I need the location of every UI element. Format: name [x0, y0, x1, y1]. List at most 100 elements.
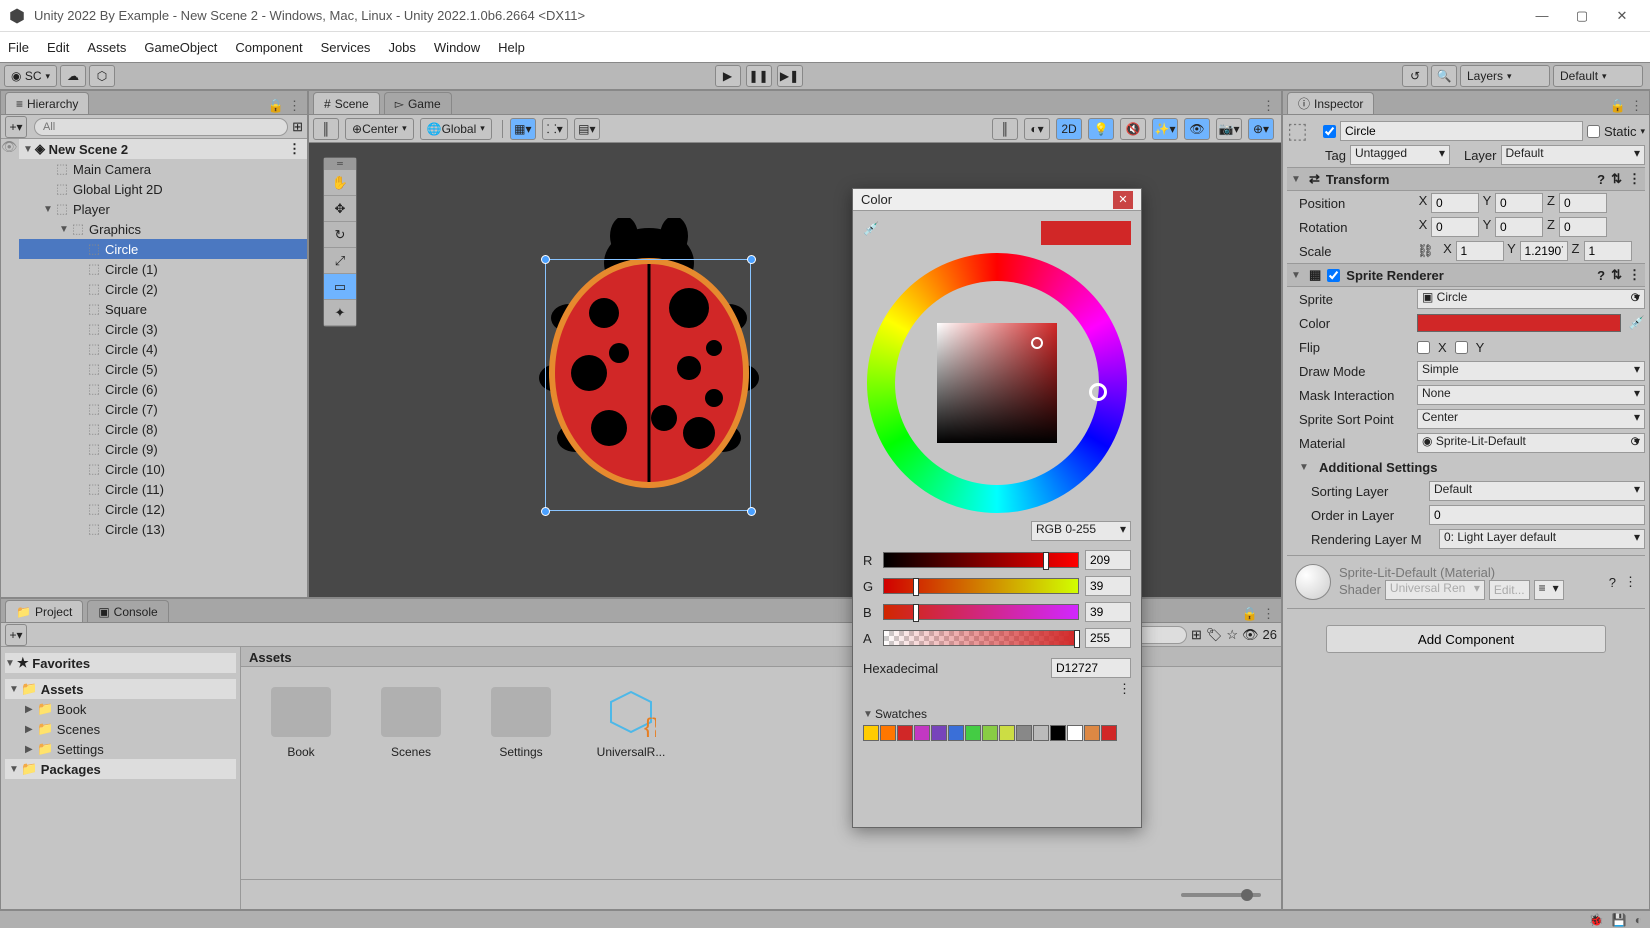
create-asset-dropdown[interactable]: +▾	[5, 624, 27, 646]
hierarchy-item[interactable]: ⬚Circle (6)	[19, 379, 307, 399]
g-value-input[interactable]	[1085, 576, 1131, 596]
hierarchy-search-input[interactable]	[34, 118, 288, 136]
sprite-renderer-header[interactable]: ▼▦ Sprite Renderer ? ⇅ ⋮	[1287, 263, 1645, 287]
eyedropper-icon[interactable]: 💉	[863, 221, 879, 237]
component-menu-icon[interactable]: ⋮	[1628, 171, 1641, 187]
b-value-input[interactable]	[1085, 602, 1131, 622]
position-x-input[interactable]	[1431, 193, 1479, 213]
a-value-input[interactable]	[1085, 628, 1131, 648]
hierarchy-item[interactable]: ⬚Square	[19, 299, 307, 319]
game-tab[interactable]: ▻Game	[384, 92, 452, 114]
hierarchy-item[interactable]: ⬚Circle (10)	[19, 459, 307, 479]
play-button[interactable]: ▶	[715, 65, 741, 87]
hierarchy-item[interactable]: ▼⬚Player	[19, 199, 307, 219]
package-button[interactable]: ⬡	[89, 65, 115, 87]
project-tree-item[interactable]: ▼📁 Assets	[5, 679, 236, 699]
camera-button[interactable]: 📷▾	[1216, 118, 1242, 140]
scale-y-input[interactable]	[1520, 241, 1568, 261]
preset-icon[interactable]: ⇅	[1611, 267, 1622, 283]
selection-handle[interactable]	[747, 255, 756, 264]
rendering-layer-mask-dropdown[interactable]: 0: Light Layer default	[1439, 529, 1645, 549]
selection-handle[interactable]	[747, 507, 756, 516]
scene-tab[interactable]: #Scene	[313, 92, 380, 114]
color-mode-dropdown[interactable]: RGB 0-255	[1031, 521, 1131, 541]
search-global-button[interactable]: 🔍	[1431, 65, 1457, 87]
tag-dropdown[interactable]: Untagged	[1350, 145, 1450, 165]
add-component-button[interactable]: Add Component	[1326, 625, 1606, 653]
sv-cursor[interactable]	[1031, 337, 1043, 349]
move-tool[interactable]: ✥	[324, 196, 356, 222]
swatch-item[interactable]	[1033, 725, 1049, 741]
material-preview-header[interactable]: Sprite-Lit-Default (Material) Shader Uni…	[1287, 555, 1645, 608]
autosave-icon[interactable]: 💾	[1612, 913, 1627, 927]
component-menu-icon[interactable]: ⋮	[1628, 267, 1641, 283]
layers-dropdown[interactable]: Layers	[1460, 65, 1550, 87]
favorite-icon[interactable]: ☆	[1226, 627, 1238, 643]
menu-gameobject[interactable]: GameObject	[144, 40, 217, 55]
gizmos-button[interactable]: ⊕▾	[1248, 118, 1274, 140]
hierarchy-item[interactable]: ⬚Circle (3)	[19, 319, 307, 339]
more-icon[interactable]: ⋮	[1630, 98, 1643, 114]
snap-increment-button[interactable]: ⸬▾	[542, 118, 568, 140]
swatch-item[interactable]	[1050, 725, 1066, 741]
visibility-toggle-icon[interactable]: 👁	[1, 139, 18, 154]
flip-x-checkbox[interactable]	[1417, 341, 1430, 354]
sprite-renderer-enabled-checkbox[interactable]	[1327, 269, 1340, 282]
create-dropdown[interactable]: +▾	[5, 116, 27, 138]
mask-interaction-dropdown[interactable]: None	[1417, 385, 1645, 405]
order-in-layer-input[interactable]	[1429, 505, 1645, 525]
layout-dropdown[interactable]: Default	[1553, 65, 1643, 87]
menu-file[interactable]: File	[8, 40, 29, 55]
gameobject-name-input[interactable]	[1340, 121, 1583, 141]
position-y-input[interactable]	[1495, 193, 1543, 213]
hierarchy-item[interactable]: ⬚Circle (7)	[19, 399, 307, 419]
asset-item[interactable]: Settings	[481, 687, 561, 859]
flip-y-checkbox[interactable]	[1455, 341, 1468, 354]
grid-visibility-button[interactable]: ▤▾	[574, 118, 600, 140]
hierarchy-item[interactable]: ⬚Circle (5)	[19, 359, 307, 379]
hierarchy-item[interactable]: ⬚Circle (4)	[19, 339, 307, 359]
hierarchy-item[interactable]: ⬚Main Camera	[19, 159, 307, 179]
more-icon[interactable]: ⋮	[288, 98, 301, 114]
preset-icon[interactable]: ⇅	[1611, 171, 1622, 187]
maximize-button[interactable]: ▢	[1562, 2, 1602, 30]
rotation-y-input[interactable]	[1495, 217, 1543, 237]
hierarchy-item[interactable]: ⬚Circle (12)	[19, 499, 307, 519]
position-z-input[interactable]	[1559, 193, 1607, 213]
more-icon[interactable]: ⋮	[1262, 98, 1275, 114]
search-by-type-icon[interactable]: ⊞	[1191, 627, 1202, 643]
swatch-item[interactable]	[999, 725, 1015, 741]
swatch-item[interactable]	[914, 725, 930, 741]
rotation-x-input[interactable]	[1431, 217, 1479, 237]
hierarchy-item[interactable]: ⬚Circle (8)	[19, 419, 307, 439]
audio-button[interactable]: 🔇	[1120, 118, 1146, 140]
swatch-item[interactable]	[948, 725, 964, 741]
inspector-tab[interactable]: ⓘInspector	[1287, 92, 1374, 114]
selection-handle[interactable]	[541, 507, 550, 516]
color-picker-close-button[interactable]: ✕	[1113, 191, 1133, 209]
swatch-item[interactable]	[931, 725, 947, 741]
shader-menu-dropdown[interactable]: ≡	[1534, 580, 1564, 600]
hierarchy-tab[interactable]: ≡Hierarchy	[5, 92, 89, 114]
hand-tool[interactable]: ✋	[324, 170, 356, 196]
object-picker-icon[interactable]: ⊙	[1630, 434, 1640, 448]
scene-root[interactable]: ▼◈ New Scene 2 ⋮	[19, 139, 307, 159]
lock-icon[interactable]: 🔒	[1610, 98, 1626, 114]
hidden-packages-icon[interactable]: 👁	[1242, 627, 1259, 643]
swatch-item[interactable]	[965, 725, 981, 741]
scene-visibility-button[interactable]: 👁	[1184, 118, 1210, 140]
toolbar-drag-icon[interactable]: ║	[313, 118, 339, 140]
scale-z-input[interactable]	[1584, 241, 1632, 261]
step-button[interactable]: ▶❚	[777, 65, 803, 87]
swatch-item[interactable]	[880, 725, 896, 741]
search-by-label-icon[interactable]: 🏷	[1206, 627, 1223, 643]
hue-cursor[interactable]	[1089, 383, 1107, 401]
shader-edit-button[interactable]: Edit...	[1489, 580, 1530, 600]
transform-tool[interactable]: ✦	[324, 300, 356, 326]
hierarchy-item[interactable]: ⬚Global Light 2D	[19, 179, 307, 199]
transform-component-header[interactable]: ▼⇄ Transform ? ⇅ ⋮	[1287, 167, 1645, 191]
fx-button[interactable]: ✨▾	[1152, 118, 1178, 140]
mode-2d-button[interactable]: 2D	[1056, 118, 1082, 140]
project-tree-item[interactable]: ▼📁 Packages	[5, 759, 236, 779]
selection-handle[interactable]	[541, 255, 550, 264]
